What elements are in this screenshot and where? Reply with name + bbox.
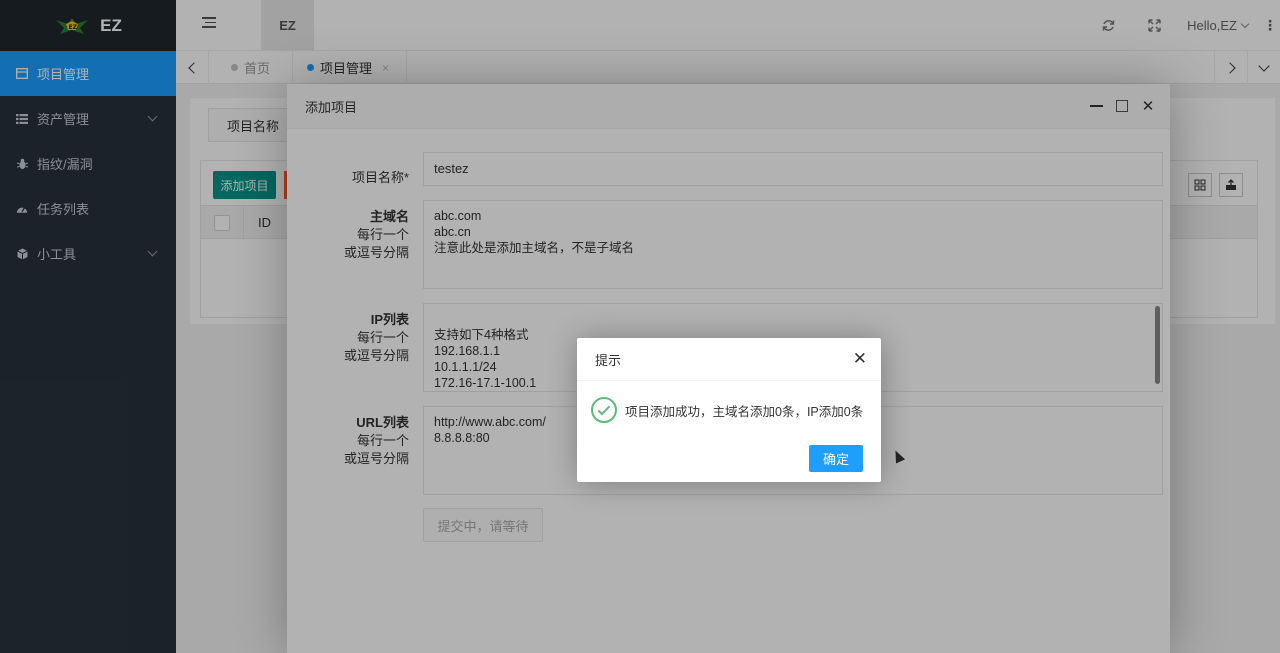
dialog-title: 提示	[577, 338, 881, 381]
dialog-message: 项目添加成功，主域名添加0条，IP添加0条	[625, 404, 864, 419]
dialog-body: 项目添加成功，主域名添加0条，IP添加0条	[591, 397, 863, 423]
success-dialog: 提示 ✕ 项目添加成功，主域名添加0条，IP添加0条 确定	[577, 338, 881, 482]
check-circle-icon	[591, 397, 617, 423]
close-icon[interactable]: ✕	[853, 350, 867, 368]
confirm-button[interactable]: 确定	[809, 445, 863, 472]
